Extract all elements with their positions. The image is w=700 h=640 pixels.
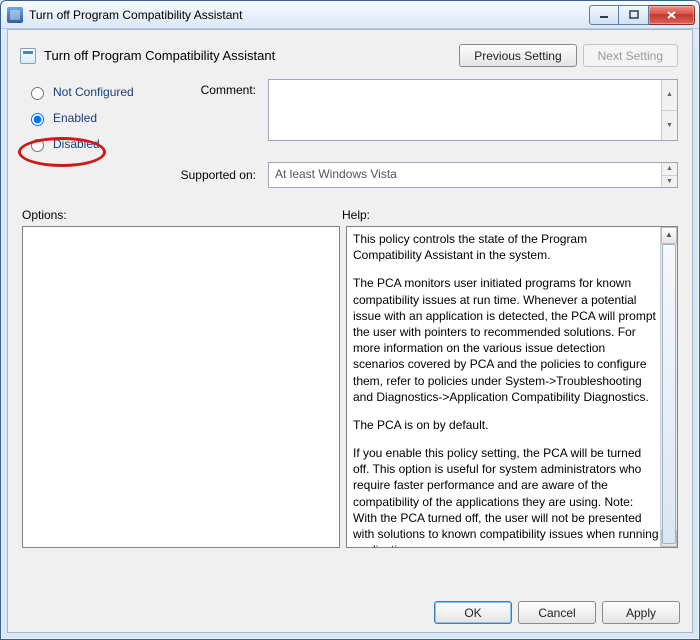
supported-scroll[interactable]: ▲ ▼ [661, 163, 677, 187]
cancel-button[interactable]: Cancel [518, 601, 596, 624]
radio-enabled[interactable]: Enabled [26, 110, 166, 126]
radio-disabled[interactable]: Disabled [26, 136, 166, 152]
scroll-thumb[interactable] [662, 244, 676, 544]
up-arrow-icon[interactable]: ▲ [662, 163, 677, 175]
radio-disabled-label: Disabled [53, 137, 100, 151]
radio-enabled-label: Enabled [53, 111, 97, 125]
dialog-window: Turn off Program Compatibility Assistant… [0, 0, 700, 640]
radio-enabled-input[interactable] [31, 113, 44, 126]
options-panel [22, 226, 340, 548]
down-arrow-icon[interactable]: ▼ [662, 175, 677, 188]
options-label: Options: [22, 208, 342, 222]
previous-setting-button[interactable]: Previous Setting [459, 44, 576, 67]
supported-field: At least Windows Vista ▲ ▼ [268, 162, 678, 188]
apply-button[interactable]: Apply [602, 601, 680, 624]
comment-field[interactable]: ▲ ▼ [268, 79, 678, 141]
down-arrow-icon[interactable]: ▼ [662, 110, 677, 141]
help-paragraph: The PCA monitors user initiated programs… [353, 275, 659, 405]
policy-icon [7, 7, 23, 23]
policy-small-icon [20, 48, 36, 64]
up-arrow-icon[interactable]: ▲ [662, 80, 677, 110]
help-label: Help: [342, 208, 370, 222]
maximize-button[interactable] [619, 5, 649, 25]
help-paragraph: The PCA is on by default. [353, 417, 659, 433]
supported-label: Supported on: [172, 162, 262, 182]
page-title: Turn off Program Compatibility Assistant [44, 48, 275, 63]
titlebar[interactable]: Turn off Program Compatibility Assistant [1, 1, 699, 29]
radio-not-configured[interactable]: Not Configured [26, 84, 166, 100]
scroll-track[interactable] [661, 244, 677, 530]
help-panel: This policy controls the state of the Pr… [346, 226, 678, 548]
comment-label: Comment: [172, 79, 262, 97]
radio-not-configured-label: Not Configured [53, 85, 134, 99]
help-scrollbar[interactable]: ▲ ▼ [660, 227, 677, 547]
scroll-up-icon[interactable]: ▲ [661, 227, 677, 244]
supported-value: At least Windows Vista [275, 167, 397, 181]
minimize-button[interactable] [589, 5, 619, 25]
ok-button[interactable]: OK [434, 601, 512, 624]
radio-disabled-input[interactable] [31, 139, 44, 152]
next-setting-button[interactable]: Next Setting [583, 44, 678, 67]
client-area: Turn off Program Compatibility Assistant… [7, 29, 693, 633]
comment-scroll[interactable]: ▲ ▼ [661, 80, 677, 140]
help-paragraph: This policy controls the state of the Pr… [353, 231, 659, 263]
help-paragraph: If you enable this policy setting, the P… [353, 445, 659, 548]
radio-not-configured-input[interactable] [31, 87, 44, 100]
window-title: Turn off Program Compatibility Assistant [29, 8, 242, 22]
close-button[interactable] [649, 5, 695, 25]
